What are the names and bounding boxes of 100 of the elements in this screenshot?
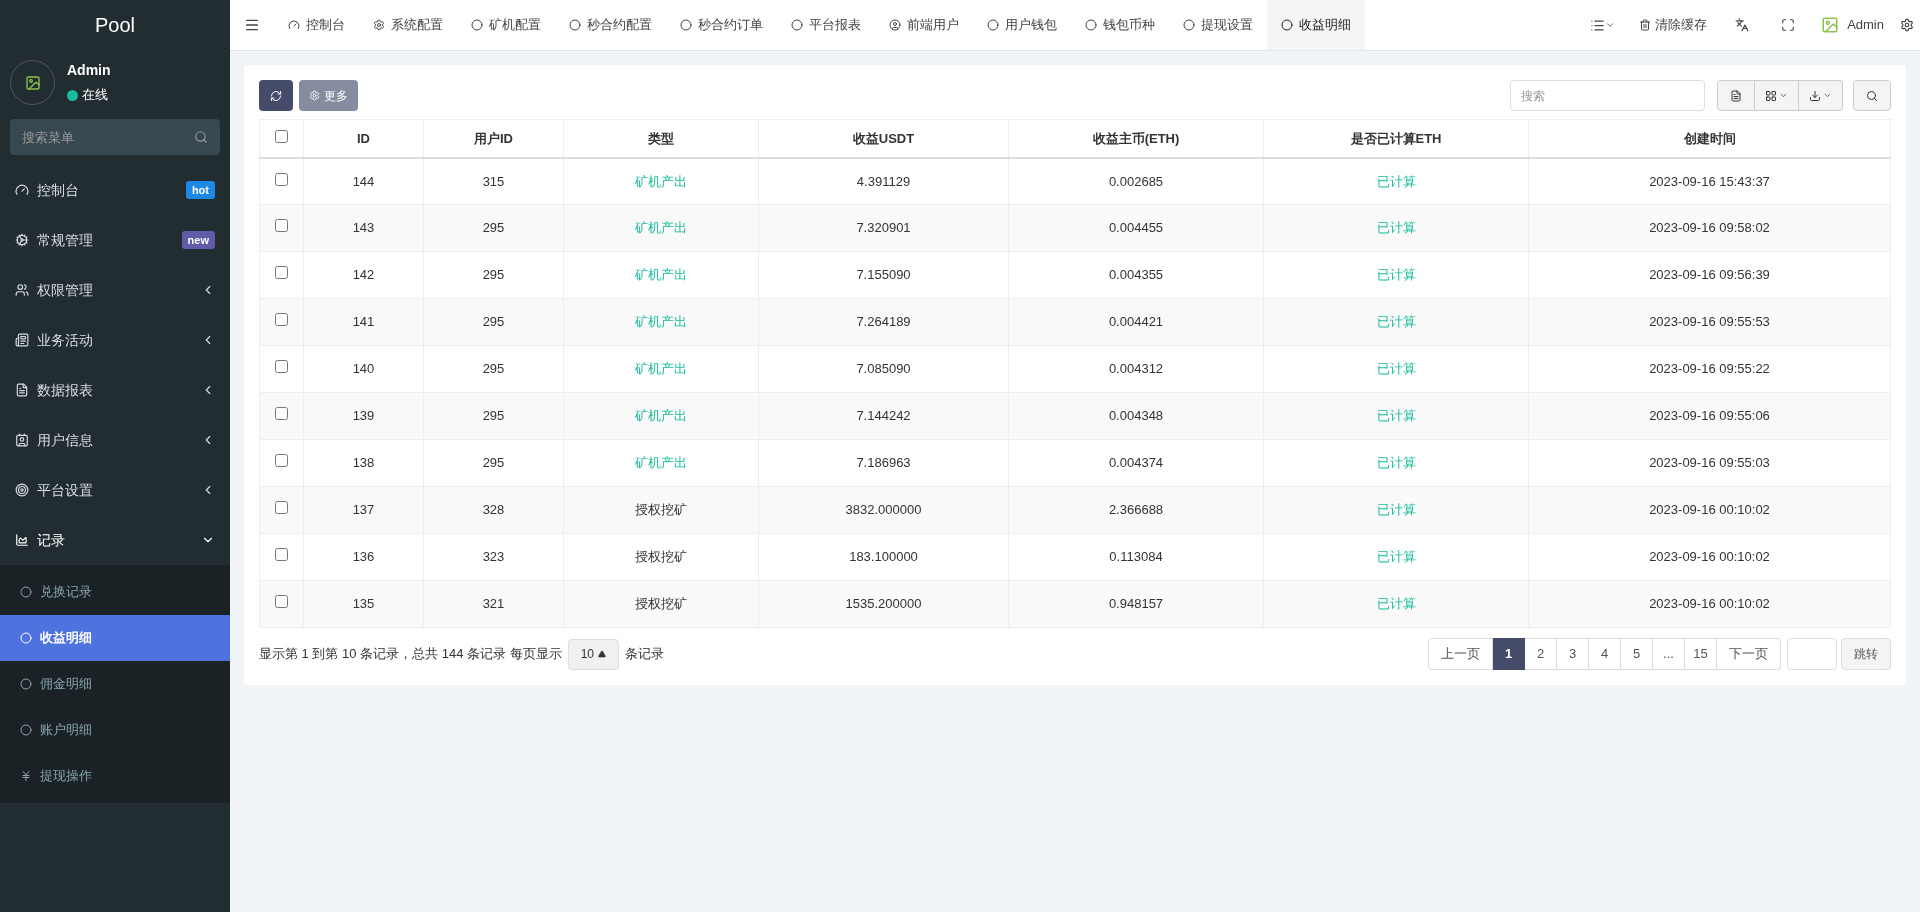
table-cell: 321	[482, 596, 505, 612]
nav-tab[interactable]: 秒合约订单	[666, 0, 777, 50]
sidebar-item[interactable]: 控制台 hot	[0, 165, 230, 215]
nav-tab[interactable]: 提现设置	[1169, 0, 1267, 50]
nav-tab[interactable]: 用户钱包	[973, 0, 1071, 50]
page-button[interactable]: ...	[1653, 638, 1685, 670]
fullscreen-icon[interactable]	[1781, 18, 1796, 32]
nav-tab[interactable]: 收益明细	[1267, 0, 1365, 50]
table-cell: 323	[482, 549, 505, 565]
page-button[interactable]: 15	[1685, 638, 1717, 670]
nav-tab[interactable]: 钱包币种	[1071, 0, 1169, 50]
columns-button[interactable]	[1755, 80, 1799, 111]
circle-icon	[791, 19, 803, 31]
type-label: 矿机产出	[635, 361, 687, 377]
status-label: 已计算	[1376, 455, 1416, 471]
submenu-item[interactable]: 账户明细	[0, 707, 230, 753]
table-cell: 2023-09-16 09:55:22	[1649, 361, 1770, 377]
table-cell: 0.004374	[1108, 455, 1164, 471]
search-button[interactable]	[1853, 80, 1891, 111]
page-button[interactable]: 1	[1493, 638, 1525, 670]
menu-search-field[interactable]: 搜索菜单	[10, 119, 220, 155]
status-label: 已计算	[1376, 267, 1416, 283]
circle-icon	[1183, 19, 1195, 31]
export-button[interactable]	[1799, 80, 1843, 111]
submenu-item[interactable]: 收益明细	[0, 615, 230, 661]
sidebar-item[interactable]: 平台设置	[0, 465, 230, 515]
refresh-icon	[270, 89, 282, 102]
pagination-summary: 显示第 1 到第 10 条记录，总共 144 条记录 每页显示	[259, 645, 562, 664]
sidebar-item[interactable]: 用户信息	[0, 415, 230, 465]
row-checkbox[interactable]	[275, 454, 288, 468]
page-jump-field[interactable]	[1787, 638, 1837, 670]
sidebar-item[interactable]: 常规管理 new	[0, 215, 230, 265]
submenu-item[interactable]: 提现操作	[0, 753, 230, 799]
row-checkbox[interactable]	[275, 501, 288, 515]
page-button[interactable]: 5	[1621, 638, 1653, 670]
table-cell: 295	[482, 408, 505, 424]
circle-icon	[680, 19, 692, 31]
user-name: Admin	[67, 61, 111, 81]
row-checkbox[interactable]	[275, 313, 288, 327]
row-checkbox[interactable]	[275, 407, 288, 421]
row-checkbox[interactable]	[275, 595, 288, 609]
table-cell: 141	[352, 314, 375, 330]
menu-badge: new	[181, 230, 215, 250]
type-label: 矿机产出	[635, 314, 687, 330]
menu-icon[interactable]	[244, 17, 260, 33]
sidebar-item[interactable]: 数据报表	[0, 365, 230, 415]
download-icon	[1809, 89, 1821, 102]
nav-tab[interactable]: 控制台	[274, 0, 359, 50]
image-icon	[1821, 16, 1840, 34]
row-checkbox[interactable]	[275, 266, 288, 280]
nav-tab[interactable]: 系统配置	[359, 0, 457, 50]
refresh-button[interactable]	[259, 80, 293, 111]
table-cell: 0.004455	[1108, 220, 1164, 236]
table-cell: 295	[482, 267, 505, 283]
column-header: 是否已计算ETH	[1263, 119, 1529, 158]
nav-tab[interactable]: 平台报表	[777, 0, 875, 50]
sidebar-item[interactable]: 权限管理	[0, 265, 230, 315]
column-header: ID	[303, 119, 424, 158]
search-field[interactable]: 搜索	[1510, 80, 1705, 111]
jump-button[interactable]: 跳转	[1841, 638, 1891, 670]
nav-tab[interactable]: 矿机配置	[457, 0, 555, 50]
row-checkbox[interactable]	[275, 219, 288, 233]
table-cell: 139	[352, 408, 375, 424]
submenu-item[interactable]: 佣金明细	[0, 661, 230, 707]
nav-tab[interactable]: 前端用户	[875, 0, 973, 50]
table-cell: 0.004421	[1108, 314, 1164, 330]
page-button[interactable]: 3	[1557, 638, 1589, 670]
row-checkbox[interactable]	[275, 360, 288, 374]
sidebar-item[interactable]: 记录	[0, 515, 230, 565]
table-cell: 2023-09-16 09:55:03	[1649, 455, 1770, 471]
select-all-checkbox[interactable]	[275, 129, 288, 143]
row-checkbox[interactable]	[275, 172, 288, 186]
user-icon	[889, 19, 901, 31]
type-label: 授权挖矿	[635, 596, 687, 612]
page-size-button[interactable]: 10	[567, 638, 620, 670]
page-button[interactable]: 4	[1589, 638, 1621, 670]
table-cell: 0.004355	[1108, 267, 1164, 283]
settings-icon[interactable]	[1900, 18, 1914, 32]
column-header: 收益主币(ETH)	[1008, 119, 1264, 158]
page-button[interactable]: 2	[1525, 638, 1557, 670]
newspaper-icon	[15, 333, 29, 347]
table-cell: 7.144242	[856, 408, 911, 424]
nav-tab[interactable]: 秒合约配置	[555, 0, 666, 50]
circle-icon	[20, 678, 32, 690]
card-view-icon	[1730, 89, 1742, 102]
translate-icon[interactable]	[1735, 18, 1750, 32]
list-icon	[1590, 17, 1606, 33]
clear-cache-button[interactable]: 清除缓存	[1627, 15, 1720, 35]
submenu-item[interactable]: 兑换记录	[0, 569, 230, 615]
sidebar-item[interactable]: 业务活动	[0, 315, 230, 365]
user-menu[interactable]: Admin	[1811, 15, 1894, 35]
toggle-view-button[interactable]	[1717, 80, 1755, 111]
prev-page-button[interactable]: 上一页	[1428, 638, 1493, 670]
type-label: 矿机产出	[635, 455, 687, 471]
next-page-button[interactable]: 下一页	[1717, 638, 1781, 670]
status-label: 已计算	[1376, 549, 1416, 565]
row-checkbox[interactable]	[275, 548, 288, 562]
yen-icon	[20, 770, 32, 782]
table-cell: 0.113084	[1109, 549, 1163, 565]
table-cell: 136	[352, 549, 375, 565]
